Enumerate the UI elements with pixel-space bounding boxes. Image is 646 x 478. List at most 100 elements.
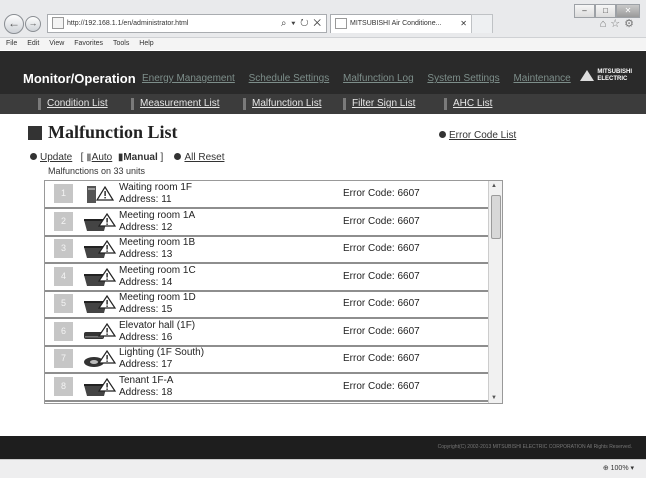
browser-tab[interactable]: MITSUBISHI Air Conditione... ✕ bbox=[330, 14, 472, 33]
error-code: Error Code: 6607 bbox=[343, 325, 420, 337]
unit-name: Tenant 1F-A bbox=[119, 374, 174, 386]
error-code: Error Code: 6607 bbox=[343, 188, 420, 199]
unit-name: Meeting room 1B bbox=[119, 237, 196, 248]
wall-unit-warning-icon bbox=[83, 322, 117, 342]
list-row[interactable]: 1 Waiting room 1F Address: 11 Error Code: 6… bbox=[45, 181, 488, 209]
list-row[interactable]: 6 Elevator hall (1F) Address: 16 Error Code… bbox=[45, 319, 488, 347]
list-row[interactable]: 7 Lighting (1F South) Address: 17 Error Cod… bbox=[45, 346, 488, 374]
unit-name: Waiting room 1F bbox=[119, 182, 192, 193]
malfunction-list[interactable]: 1 Waiting room 1F Address: 11 Error Code: 6… bbox=[44, 180, 503, 404]
nav-maintenance[interactable]: Maintenance bbox=[513, 73, 570, 84]
menu-help[interactable]: Help bbox=[139, 40, 153, 47]
unit-name: Meeting room 1C bbox=[119, 264, 196, 276]
menu-favorites[interactable]: Favorites bbox=[74, 40, 103, 47]
page-icon bbox=[52, 17, 64, 30]
bullet-icon bbox=[174, 152, 182, 160]
mitsubishi-logo: MITSUBISHI ELECTRIC bbox=[580, 69, 632, 83]
malfunction-summary: Malfunctions on 33 units bbox=[48, 166, 146, 176]
browser-statusbar: ⊕ 100% ▾ bbox=[0, 459, 646, 478]
nav-schedule-settings[interactable]: Schedule Settings bbox=[249, 73, 330, 84]
row-number: 8 bbox=[54, 376, 73, 396]
cassette-unit-warning-icon bbox=[83, 212, 117, 232]
forward-icon[interactable]: → bbox=[25, 16, 41, 32]
close-icon[interactable]: ✕ bbox=[616, 4, 640, 18]
main-nav: Energy Management Schedule Settings Malf… bbox=[142, 73, 582, 84]
page-title: Malfunction List bbox=[48, 122, 178, 142]
row-number: 4 bbox=[54, 266, 73, 286]
subnav-condition-list[interactable]: Condition List bbox=[38, 94, 108, 114]
favorites-star-icon[interactable]: ☆ bbox=[610, 18, 624, 30]
row-number: 2 bbox=[54, 211, 73, 231]
address-bar[interactable]: http://192.168.1.1/en/administrator.html… bbox=[47, 14, 327, 33]
menu-file[interactable]: File bbox=[6, 40, 17, 47]
app-footer: Copyright(C) 2002-2013 MITSUBISHI ELECTR… bbox=[0, 436, 646, 459]
error-code-list-link[interactable]: Error Code List bbox=[439, 130, 516, 141]
scrollbar-thumb[interactable] bbox=[491, 195, 501, 239]
app-title[interactable]: Monitor/Operation bbox=[23, 71, 136, 86]
manual-mode-label: Manual bbox=[123, 152, 158, 163]
minimize-icon[interactable]: – bbox=[574, 4, 595, 18]
list-row[interactable]: 4 Meeting room 1C Address: 14 Error Code: 6… bbox=[45, 264, 488, 292]
scrollbar[interactable]: ▲ ▼ bbox=[488, 181, 502, 403]
list-row[interactable]: 5 Meeting room 1D Address: 15 Error Code: 6… bbox=[45, 291, 488, 319]
address-tools[interactable]: ⌕ ▾ ↻ ✕ bbox=[281, 15, 322, 32]
subnav-malfunction-list[interactable]: Malfunction List bbox=[242, 94, 321, 114]
back-icon[interactable]: ← bbox=[4, 14, 24, 34]
copyright-text: Copyright(C) 2002-2013 MITSUBISHI ELECTR… bbox=[437, 444, 632, 450]
tab-title: MITSUBISHI Air Conditione... bbox=[350, 20, 442, 27]
unit-name: Meeting room 1A bbox=[119, 209, 196, 221]
scroll-up-icon[interactable]: ▲ bbox=[491, 183, 497, 189]
error-code: Error Code: 6607 bbox=[343, 380, 420, 392]
zoom-control[interactable]: ⊕ 100% ▾ bbox=[603, 464, 634, 472]
tab-favicon-icon bbox=[335, 17, 347, 29]
subnav-measurement-list[interactable]: Measurement List bbox=[130, 94, 219, 114]
sub-nav: Condition List Measurement List Malfunct… bbox=[0, 94, 646, 114]
list-controls: Update [ ▮Auto ▮Manual ] All Reset bbox=[30, 152, 224, 163]
unit-name: Elevator hall (1F) bbox=[119, 319, 196, 331]
home-icon[interactable]: ⌂ bbox=[600, 18, 611, 30]
unit-address: Address: 13 bbox=[119, 249, 173, 260]
cassette-unit-warning-icon bbox=[83, 239, 117, 259]
error-code: Error Code: 6607 bbox=[343, 270, 420, 282]
menu-view[interactable]: View bbox=[49, 40, 64, 47]
menu-edit[interactable]: Edit bbox=[27, 40, 39, 47]
settings-gear-icon[interactable]: ⚙ bbox=[624, 18, 638, 30]
unit-name: Lighting (1F South) bbox=[119, 347, 205, 358]
row-number: 7 bbox=[54, 349, 73, 368]
maximize-icon[interactable]: □ bbox=[595, 4, 616, 18]
tower-unit-warning-icon bbox=[83, 185, 117, 204]
menu-tools[interactable]: Tools bbox=[113, 40, 129, 47]
cassette-unit-warning-icon bbox=[83, 294, 117, 314]
all-reset-link[interactable]: All Reset bbox=[184, 152, 224, 163]
unit-address: Address: 15 bbox=[119, 304, 173, 315]
subnav-filter-sign-list[interactable]: Filter Sign List bbox=[342, 94, 415, 114]
new-tab-button[interactable] bbox=[471, 14, 493, 33]
unit-name: Meeting room 1D bbox=[119, 292, 196, 303]
unit-address: Address: 14 bbox=[119, 276, 173, 288]
tab-close-icon[interactable]: ✕ bbox=[460, 15, 467, 33]
cassette-unit-warning-icon bbox=[83, 267, 117, 287]
list-row[interactable]: 3 Meeting room 1B Address: 13 Error Code: 6… bbox=[45, 236, 488, 264]
error-code: Error Code: 6607 bbox=[343, 353, 420, 364]
scroll-down-icon[interactable]: ▼ bbox=[491, 395, 497, 401]
list-row[interactable]: 8 Tenant 1F-A Address: 18 Error Code: 6607 bbox=[45, 374, 488, 402]
unit-address: Address: 17 bbox=[119, 359, 173, 370]
error-code: Error Code: 6607 bbox=[343, 298, 420, 309]
nav-energy-management[interactable]: Energy Management bbox=[142, 73, 235, 84]
browser-titlebar: – □ ✕ ← → http://192.168.1.1/en/administ… bbox=[0, 0, 646, 38]
bullet-icon bbox=[30, 152, 37, 160]
browser-toolbar-icons: ⌂☆⚙ bbox=[600, 17, 638, 30]
light-warning-icon bbox=[83, 349, 117, 369]
list-row[interactable]: 2 Meeting room 1A Address: 12 Error Code: 6… bbox=[45, 209, 488, 237]
nav-system-settings[interactable]: System Settings bbox=[427, 73, 499, 84]
error-code: Error Code: 6607 bbox=[343, 215, 420, 227]
nav-malfunction-log[interactable]: Malfunction Log bbox=[343, 73, 414, 84]
unit-address: Address: 18 bbox=[119, 386, 173, 398]
auto-mode-link[interactable]: Auto bbox=[92, 152, 113, 163]
unit-address: Address: 11 bbox=[119, 194, 172, 205]
update-link[interactable]: Update bbox=[40, 152, 72, 163]
title-square-icon bbox=[28, 126, 42, 140]
row-number: 6 bbox=[54, 321, 73, 341]
row-number: 5 bbox=[54, 294, 73, 313]
subnav-ahc-list[interactable]: AHC List bbox=[443, 94, 492, 114]
